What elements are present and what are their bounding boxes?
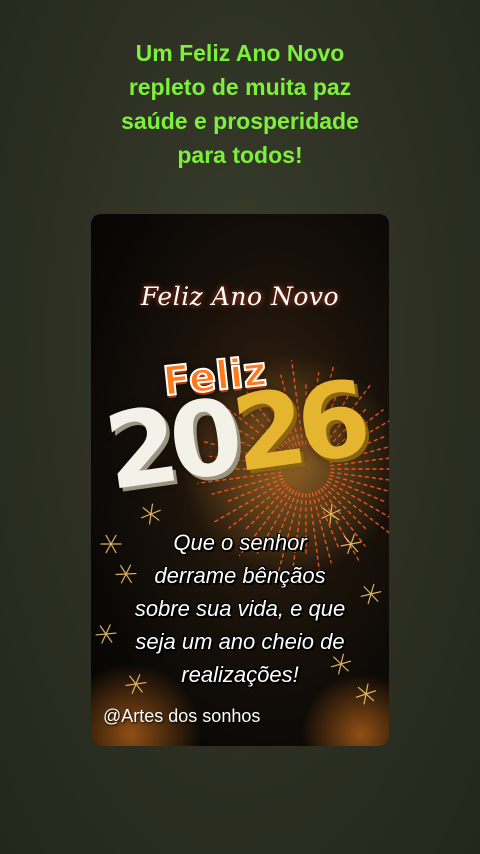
- message-line: sobre sua vida, e que: [134, 596, 346, 621]
- greeting-headline: Um Feliz Ano Novo repleto de muita paz s…: [0, 36, 480, 172]
- headline-line: para todos!: [177, 142, 303, 168]
- headline-line: saúde e prosperidade: [121, 108, 359, 134]
- spark-ray: [141, 513, 152, 519]
- spark-ray: [150, 513, 160, 521]
- blessing-message: Que o senhor derrame bênçãos sobre sua v…: [91, 526, 389, 691]
- new-year-greeting-card[interactable]: Feliz Ano Novo 2026 Feliz Que o senhor d…: [91, 214, 389, 746]
- spark-ray: [150, 509, 161, 515]
- headline-line: Um Feliz Ano Novo: [135, 40, 345, 66]
- message-line: Que o senhor: [173, 530, 307, 555]
- message-line: realizações!: [181, 662, 299, 687]
- headline-line: repleto de muita paz: [128, 74, 352, 100]
- message-line: derrame bênçãos: [154, 563, 326, 588]
- spark-ray: [148, 513, 152, 525]
- author-credit: @Artes dos sonhos: [103, 706, 261, 726]
- message-line: seja um ano cheio de: [135, 629, 345, 654]
- script-title: Feliz Ano Novo: [140, 282, 340, 311]
